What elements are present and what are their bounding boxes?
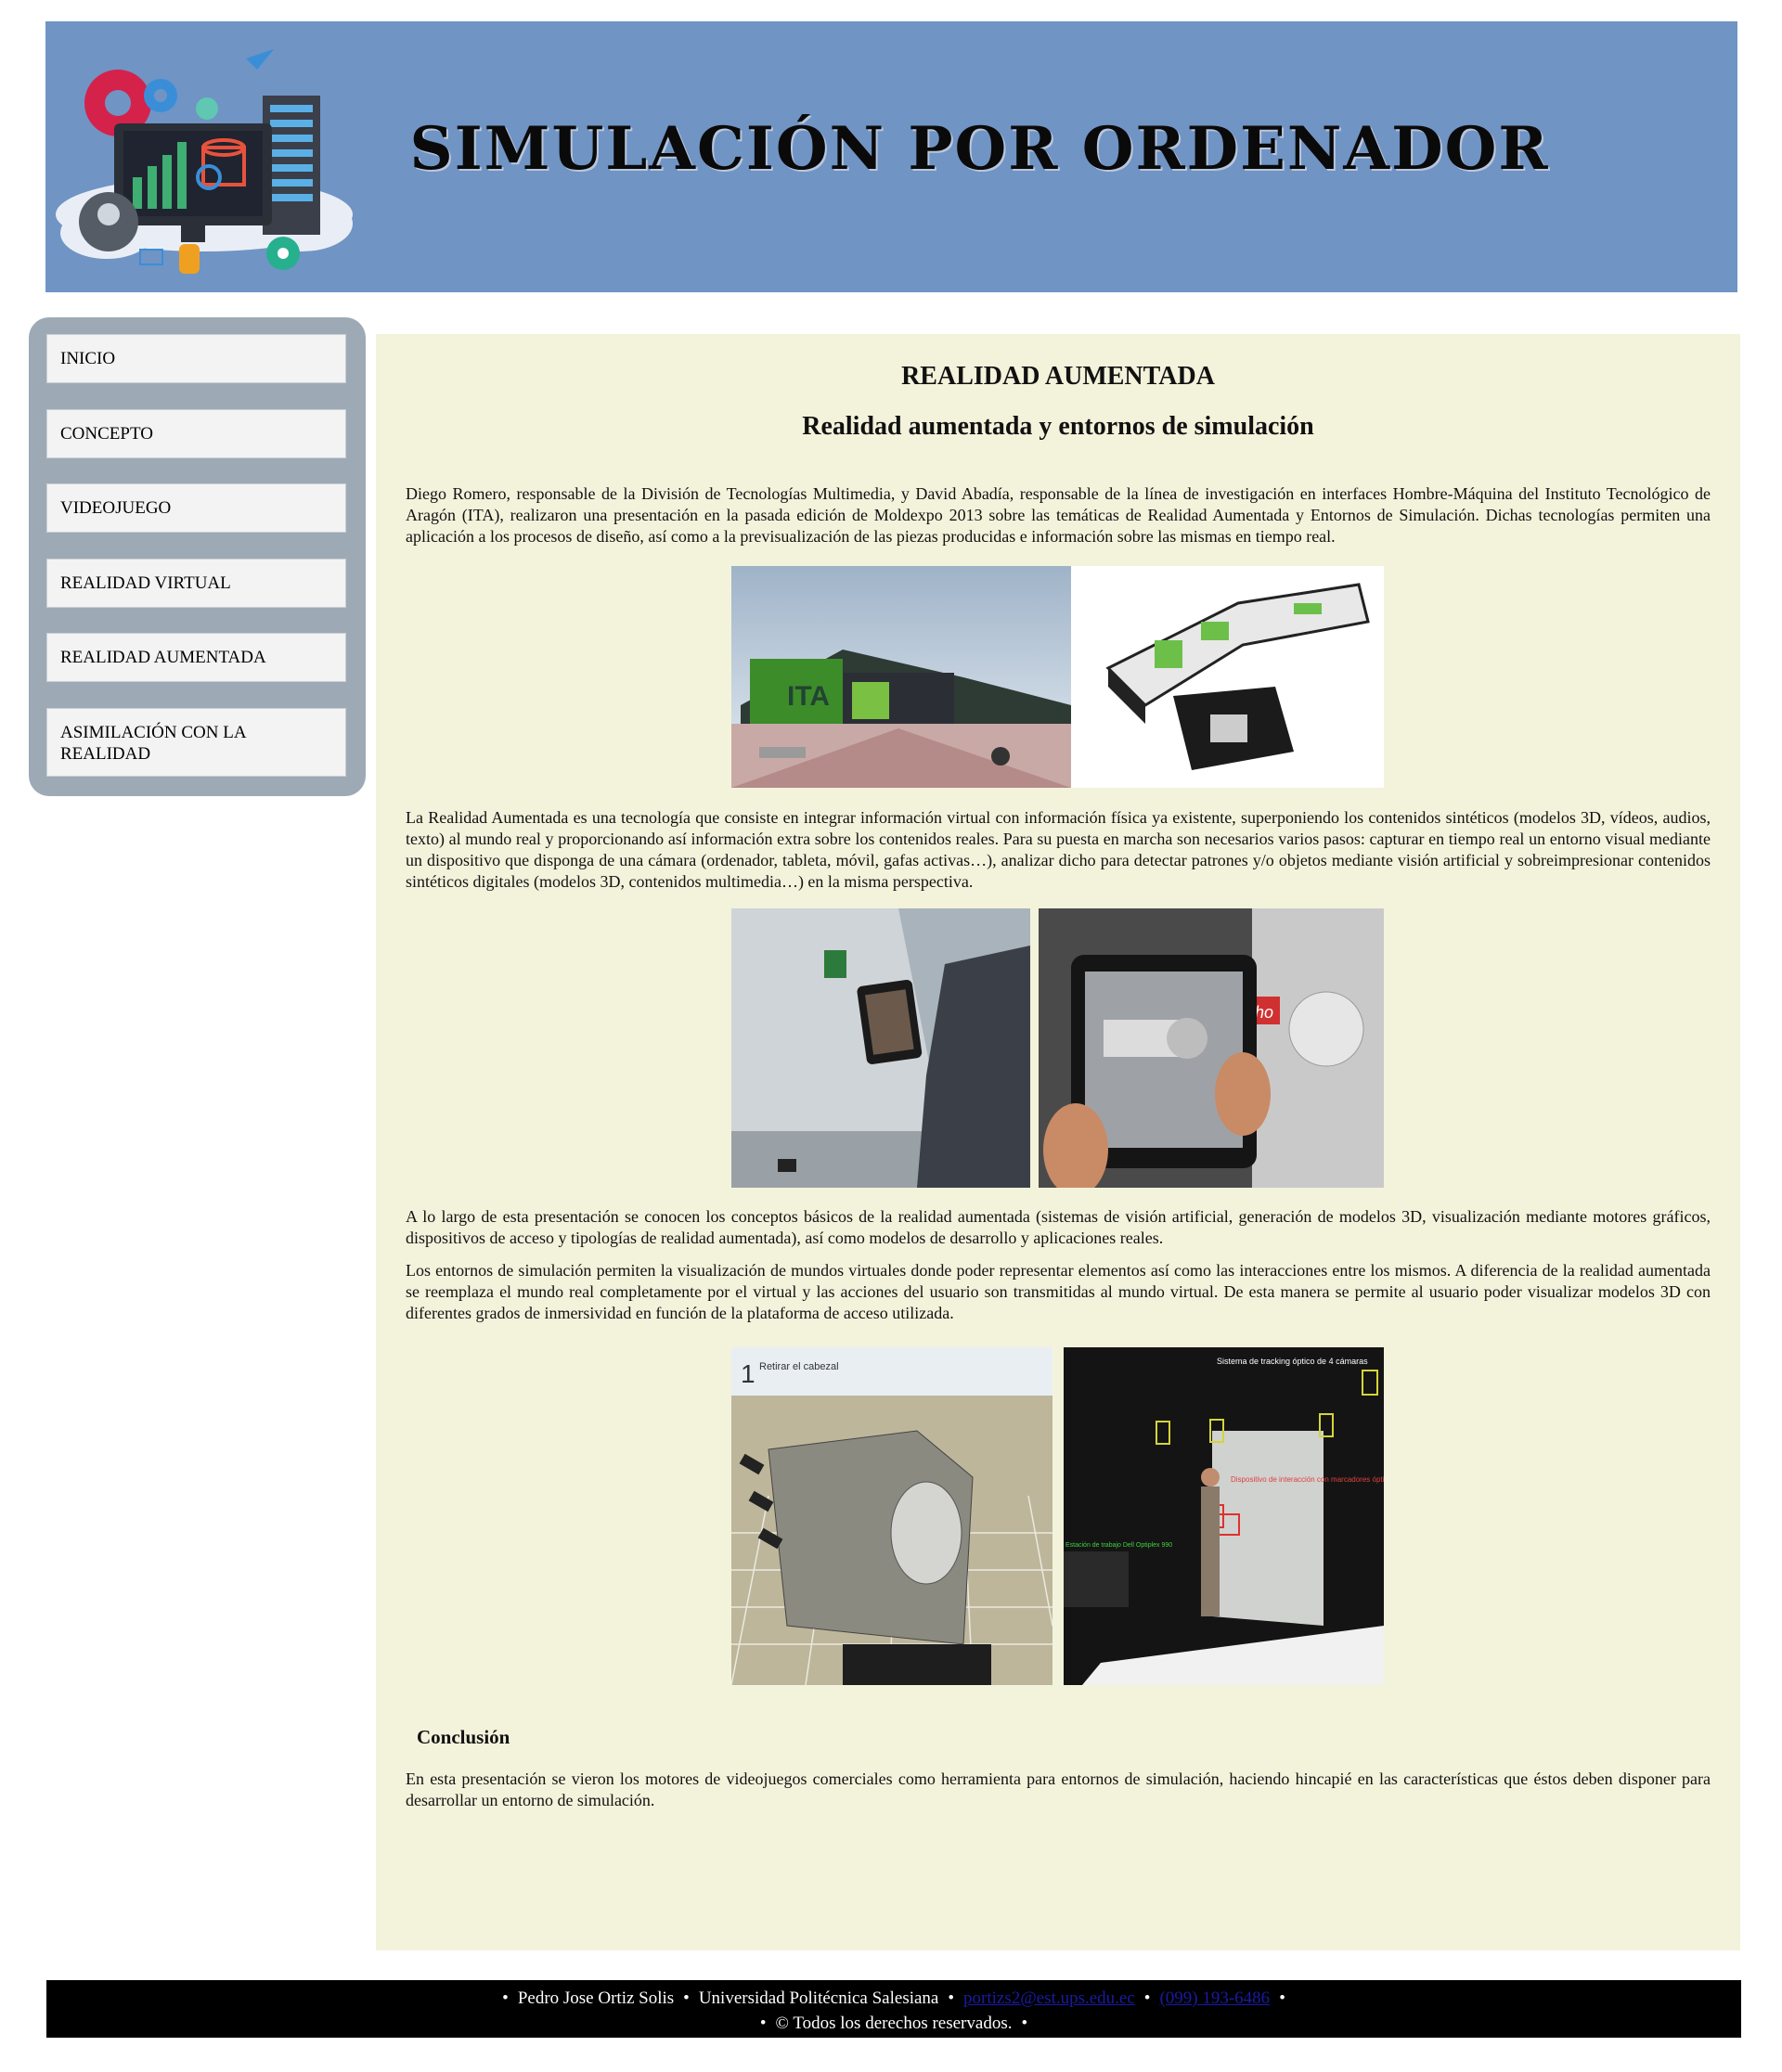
page-subtitle: Realidad aumentada y entornos de simulac… [802,412,1314,441]
conclusion-paragraph: En esta presentación se vieron los motor… [406,1770,1711,1809]
tracking-label-text: Sistema de tracking óptico de 4 cámaras [1217,1357,1368,1366]
site-title: SIMULACIÓN POR ORDENADOR [409,114,1550,184]
conclusion-heading: Conclusión [417,1726,510,1748]
sim-step-number: 1 [741,1359,755,1388]
sim-header-text: Retirar el cabezal [759,1361,839,1372]
sidebar-nav: INICIO CONCEPTO VIDEOJUEGO REALIDAD VIRT… [29,317,366,796]
sidebar-item-asimilacion[interactable]: ASIMILACIÓN CON LA REALIDAD [46,708,346,777]
3d-floorplan-image [1071,566,1384,788]
tablet-brand-text: ho [1255,1003,1273,1022]
station-label-text: Estación de trabajo Dell Optiplex 990 [1065,1542,1172,1549]
ar-tablet-hallway-photo [731,908,1030,1188]
footer-copyright-line: • © Todos los derechos reservados. • [759,2014,1028,2033]
footer-contact-line: • Pedro Jose Ortiz Solis • Universidad Poli… [502,1988,1285,2008]
sidebar-item-videojuego[interactable]: VIDEOJUEGO [46,483,346,533]
footer-copyright: © Todos los derechos reservados. [775,2014,1013,2033]
ar-description-paragraph: La Realidad Aumentada es una tecnología … [406,808,1711,891]
sidebar-item-realidad-virtual[interactable]: REALIDAD VIRTUAL [46,559,346,608]
sidebar-item-realidad-aumentada[interactable]: REALIDAD AUMENTADA [46,633,346,682]
ita-building-photo: ITA [731,566,1071,788]
site-header: SIMULACIÓN POR ORDENADOR [45,21,1737,292]
virtual-machine-simulation-image: 1 Retirar el cabezal [731,1347,1052,1685]
site-footer: • Pedro Jose Ortiz Solis • Universidad Poli… [46,1980,1741,2038]
presentation-paragraph: A lo largo de esta presentación se conoc… [406,1207,1711,1247]
sidebar-item-concepto[interactable]: CONCEPTO [46,409,346,458]
footer-email-link[interactable]: portizs2@est.ups.edu.ec [963,1988,1135,2008]
main-content: REALIDAD AUMENTADA Realidad aumentada y … [376,334,1740,1950]
footer-author: Pedro Jose Ortiz Solis [517,1988,675,2008]
device-label-text: Dispositivo de interacción con marcadore… [1231,1475,1384,1484]
sidebar-item-inicio[interactable]: INICIO [46,334,346,383]
footer-phone-link[interactable]: (099) 193-6486 [1159,1988,1270,2008]
page-title: REALIDAD AUMENTADA [901,362,1215,391]
footer-university: Universidad Politécnica Salesiana [698,1988,939,2008]
building-sign-text: ITA [787,681,830,712]
ar-tablet-machine-photo: ho [1039,908,1384,1188]
motion-tracking-room-photo: Sistema de tracking óptico de 4 cámaras … [1064,1347,1384,1685]
simulation-paragraph: Los entornos de simulación permiten la v… [406,1261,1711,1322]
intro-paragraph: Diego Romero, responsable de la División… [406,484,1711,546]
